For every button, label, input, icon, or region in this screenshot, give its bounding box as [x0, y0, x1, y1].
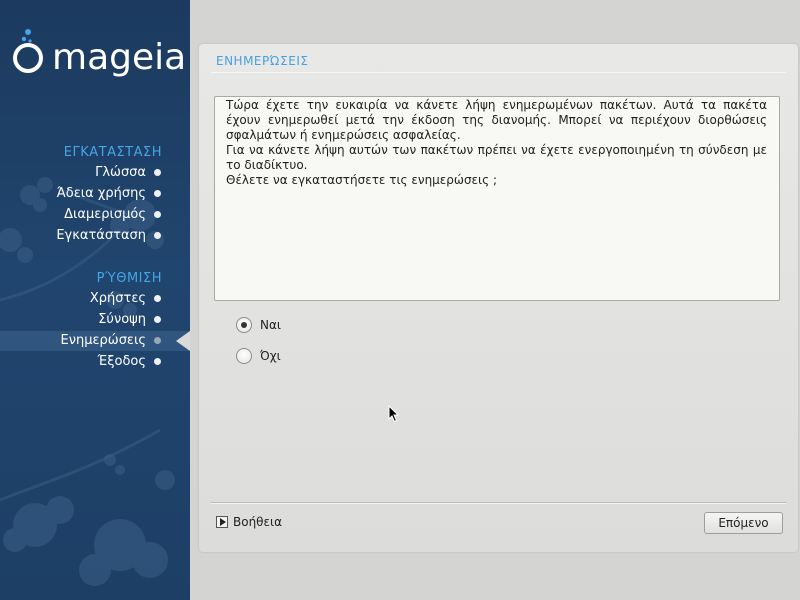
mageia-logo: mageia	[8, 26, 186, 80]
sidebar-item-language[interactable]: Γλώσσα	[0, 163, 190, 183]
radio-label[interactable]: Ναι	[260, 318, 281, 332]
step-bullet-icon	[154, 190, 161, 197]
sidebar-item-label: Διαμερισμός	[64, 207, 146, 222]
sidebar: mageia ΕΓΚΑΤΑΣΤΑΣΗ Γλώσσα Άδεια χρήσης Δ…	[0, 0, 190, 600]
sidebar-item-installation[interactable]: Εγκατάσταση	[0, 226, 190, 246]
help-label[interactable]: Βοήθεια	[233, 515, 282, 529]
active-step-pointer-icon	[176, 331, 190, 351]
radio-unchecked-icon[interactable]	[236, 348, 252, 364]
help-expander[interactable]: Βοήθεια	[216, 515, 282, 529]
description-paragraph: Για να κάνετε λήψη αυτών των πακέτων πρέ…	[226, 143, 767, 172]
next-button[interactable]: Επόμενο	[704, 512, 783, 534]
sidebar-item-partitioning[interactable]: Διαμερισμός	[0, 205, 190, 225]
radio-label[interactable]: Όχι	[260, 349, 281, 363]
sidebar-item-label: Έξοδος	[97, 354, 146, 369]
section-title-configuration: ΡΎΘΜΙΣΗ	[96, 271, 162, 286]
step-bullet-icon	[154, 358, 161, 365]
radio-option-no[interactable]: Όχι	[236, 347, 281, 365]
step-bullet-icon	[154, 232, 161, 239]
sidebar-item-label: Ενημερώσεις	[60, 333, 146, 348]
radio-checked-icon[interactable]	[236, 317, 252, 333]
sidebar-item-exit[interactable]: Έξοδος	[0, 352, 190, 372]
sidebar-item-label: Γλώσσα	[95, 165, 146, 180]
section-title-install: ΕΓΚΑΤΑΣΤΑΣΗ	[63, 145, 162, 160]
updates-description-text: Τώρα έχετε την ευκαιρία να κάνετε λήψη ε…	[214, 96, 780, 301]
logo-wordmark: mageia	[52, 37, 187, 78]
description-paragraph: Τώρα έχετε την ευκαιρία να κάνετε λήψη ε…	[226, 98, 767, 142]
sidebar-item-label: Σύνοψη	[98, 312, 146, 327]
sidebar-item-label: Άδεια χρήσης	[56, 186, 146, 201]
step-bullet-icon	[154, 211, 161, 218]
updates-panel: ΕΝΗΜΕΡΏΣΕΙΣ Τώρα έχετε την ευκαιρία να κ…	[199, 44, 798, 552]
sidebar-item-label: Εγκατάσταση	[56, 228, 146, 243]
footer-divider-highlight	[211, 503, 786, 504]
sidebar-item-label: Χρήστες	[89, 291, 146, 306]
step-bullet-icon	[154, 169, 161, 176]
step-bullet-icon	[154, 316, 161, 323]
step-bullet-icon	[154, 337, 161, 344]
sidebar-item-updates[interactable]: Ενημερώσεις	[0, 331, 190, 351]
sidebar-item-license[interactable]: Άδεια χρήσης	[0, 184, 190, 204]
sidebar-item-summary[interactable]: Σύνοψη	[0, 310, 190, 330]
mageia-logo-icon	[13, 29, 43, 73]
expand-arrow-icon[interactable]	[216, 516, 228, 528]
radio-option-yes[interactable]: Ναι	[236, 316, 281, 334]
step-bullet-icon	[154, 295, 161, 302]
mouse-pointer-icon	[388, 405, 400, 423]
sidebar-item-users[interactable]: Χρήστες	[0, 289, 190, 309]
description-paragraph: Θέλετε να εγκαταστήσετε τις ενημερώσεις …	[226, 173, 498, 187]
page-title: ΕΝΗΜΕΡΏΣΕΙΣ	[216, 54, 309, 68]
title-divider	[211, 72, 786, 73]
